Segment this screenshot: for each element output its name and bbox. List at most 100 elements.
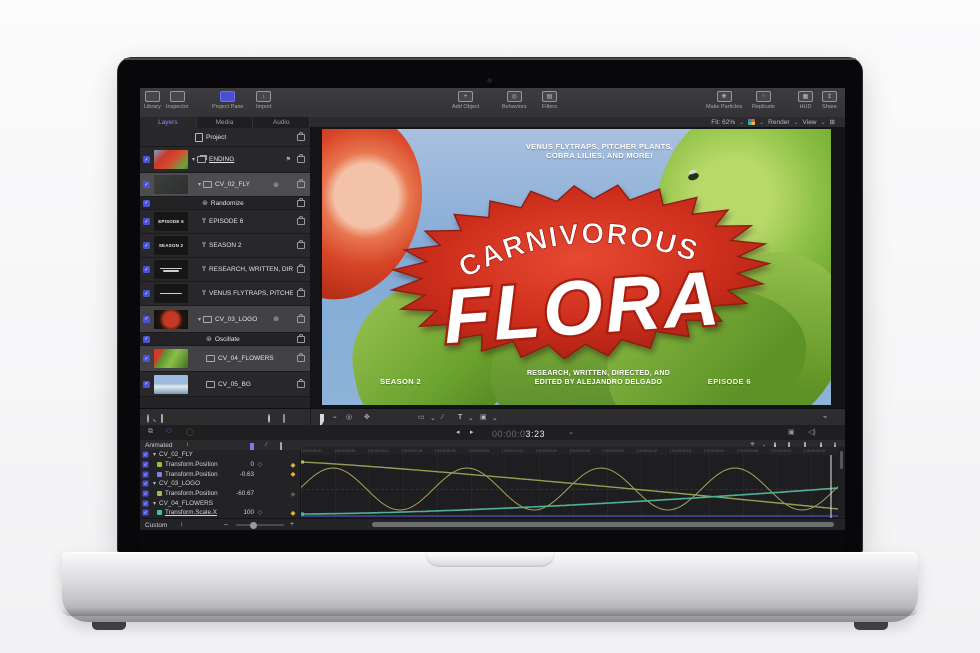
lock-icon[interactable] bbox=[297, 218, 305, 225]
activation-checkbox[interactable]: ✓ bbox=[143, 462, 149, 468]
timecode-display[interactable]: 00:00:03:23 bbox=[492, 429, 545, 439]
layer-name[interactable]: CV_03_LOGO bbox=[215, 316, 273, 323]
add-object-button[interactable]: +Add Object bbox=[452, 91, 479, 110]
activation-checkbox[interactable]: ✓ bbox=[143, 218, 150, 225]
activation-checkbox[interactable]: ✓ bbox=[143, 355, 150, 362]
activation-checkbox[interactable]: ✓ bbox=[143, 481, 149, 487]
lock-icon[interactable] bbox=[297, 290, 305, 297]
tab-audio[interactable]: Audio bbox=[253, 117, 310, 128]
behaviors-button[interactable]: ◎Behaviors bbox=[502, 91, 526, 110]
disclosure-icon[interactable]: ▾ bbox=[198, 181, 201, 188]
behavior-row-randomize[interactable]: ✓ ⊛ Randomize bbox=[140, 197, 310, 210]
library-button[interactable]: Library bbox=[144, 91, 161, 110]
kf-param-row[interactable]: ✓ Transform.Position.X -60.67 ◆ bbox=[140, 489, 300, 499]
activation-checkbox[interactable]: ✓ bbox=[143, 266, 150, 273]
layer-name[interactable]: CV_02_FLY bbox=[215, 181, 273, 188]
lock-icon[interactable] bbox=[297, 134, 305, 141]
layer-name[interactable]: EPISODE 6 bbox=[209, 218, 293, 225]
kf-group-name[interactable]: CV_02_FLY bbox=[159, 451, 300, 458]
layer-row-research[interactable]: ✓ T RESEARCH, WRITTEN, DIRECT… bbox=[140, 258, 310, 282]
activation-checkbox[interactable]: ✓ bbox=[143, 181, 150, 188]
record-icon[interactable]: ◯ bbox=[186, 428, 194, 436]
layer-name[interactable]: VENUS FLYTRAPS, PITCHER P… bbox=[209, 290, 293, 297]
zoom-in-icon[interactable]: + bbox=[290, 520, 294, 529]
behavior-badge-icon[interactable]: ⊛ bbox=[273, 181, 279, 189]
kf-param-name[interactable]: Transform.Position.Y bbox=[165, 471, 218, 478]
activation-checkbox[interactable]: ✓ bbox=[143, 510, 149, 516]
text-tool[interactable]: T bbox=[458, 413, 462, 422]
zoom-slider[interactable] bbox=[236, 524, 284, 526]
keyframe-icon[interactable]: ◆ bbox=[286, 470, 300, 478]
pan-tool[interactable]: ✥ bbox=[364, 413, 370, 422]
activation-checkbox[interactable]: ✓ bbox=[143, 290, 150, 297]
render-dropdown[interactable]: Render bbox=[768, 119, 789, 126]
lock-icon[interactable] bbox=[297, 266, 305, 273]
layer-name[interactable]: RESEARCH, WRITTEN, DIRECT… bbox=[209, 266, 293, 273]
kf-group-name[interactable]: CV_04_FLOWERS bbox=[159, 500, 300, 507]
keyframe-icon[interactable]: ◆ bbox=[286, 461, 300, 469]
activation-checkbox[interactable]: ✓ bbox=[143, 336, 150, 343]
lock-icon[interactable] bbox=[297, 355, 305, 362]
keyframe-icon[interactable]: ◆ bbox=[286, 509, 300, 517]
transform-tool[interactable]: ◎ bbox=[346, 413, 352, 422]
zoom-out-icon[interactable]: – bbox=[224, 520, 228, 529]
disclosure-icon[interactable]: ▾ bbox=[192, 156, 195, 163]
lock-icon[interactable] bbox=[297, 156, 305, 163]
behavior-row-oscillate[interactable]: ✓ ⊛ Oscillate bbox=[140, 333, 310, 346]
layer-row-cv04-flowers[interactable]: ✓ CV_04_FLOWERS bbox=[140, 346, 310, 372]
activation-checkbox[interactable]: ✓ bbox=[143, 200, 150, 207]
node-connect-icon[interactable]: ⌁ bbox=[823, 413, 827, 422]
behavior-name[interactable]: Oscillate bbox=[215, 336, 293, 343]
layer-row-cv05-bg[interactable]: ✓ CV_05_BG bbox=[140, 372, 310, 397]
flag-icon[interactable]: ⚑ bbox=[286, 156, 291, 163]
kf-param-name[interactable]: Transform.Position.X bbox=[165, 461, 218, 468]
keyframe-nav-icon[interactable]: ◇ bbox=[254, 461, 266, 468]
kf-param-value[interactable]: -0.63 bbox=[218, 471, 254, 478]
view-dropdown[interactable]: View bbox=[803, 119, 817, 126]
keyframe-nav-icon[interactable]: ◇ bbox=[254, 509, 266, 516]
behavior-badge-icon[interactable]: ⊛ bbox=[273, 315, 279, 323]
behavior-name[interactable]: Randomize bbox=[211, 200, 293, 207]
pen-tool[interactable]: ∕ bbox=[442, 413, 443, 422]
timeline-pane-icon[interactable]: ▣ bbox=[788, 428, 795, 436]
activation-checkbox[interactable]: ✓ bbox=[143, 381, 150, 388]
activation-checkbox[interactable]: ✓ bbox=[143, 452, 149, 458]
kf-group-row[interactable]: ✓ ▾ CV_04_FLOWERS bbox=[140, 498, 300, 508]
activation-checkbox[interactable]: ✓ bbox=[143, 471, 149, 477]
layer-name[interactable]: SEASON 2 bbox=[209, 242, 293, 249]
fit-zoom-dropdown[interactable]: Fit: 62% bbox=[711, 119, 735, 126]
activation-checkbox[interactable]: ✓ bbox=[143, 491, 149, 497]
hud-button[interactable]: ▦HUD bbox=[798, 91, 813, 110]
kf-pen-tool[interactable]: ∕ bbox=[266, 441, 267, 450]
disclosure-icon[interactable]: ▾ bbox=[153, 500, 156, 507]
kf-param-row[interactable]: ✓ Transform.Scale.X 100 ◇ ◆ bbox=[140, 508, 300, 518]
inspector-button[interactable]: Inspector bbox=[166, 91, 189, 110]
keyframe-graph[interactable] bbox=[301, 455, 838, 518]
make-particles-button[interactable]: ❋Make Particles bbox=[706, 91, 742, 110]
lock-icon[interactable] bbox=[297, 200, 305, 207]
lock-icon[interactable] bbox=[297, 181, 305, 188]
layer-row-ending[interactable]: ✓ ▾ ENDING ⚑ bbox=[140, 147, 310, 173]
layer-name[interactable]: Project bbox=[206, 134, 293, 141]
lock-icon[interactable] bbox=[297, 242, 305, 249]
activation-checkbox[interactable]: ✓ bbox=[143, 500, 149, 506]
filters-button[interactable]: ▤Filters bbox=[542, 91, 557, 110]
import-button[interactable]: ↓Import bbox=[256, 91, 272, 110]
layer-row-season2[interactable]: ✓ SEASON 2 T SEASON 2 bbox=[140, 234, 310, 258]
zoom-slider-knob[interactable] bbox=[250, 522, 257, 529]
layer-name[interactable]: CV_04_FLOWERS bbox=[218, 355, 293, 362]
disclosure-icon[interactable]: ▾ bbox=[198, 316, 201, 323]
kf-footer-mode-dropdown[interactable]: Custom bbox=[145, 521, 167, 530]
kf-horizontal-scrollbar[interactable] bbox=[372, 522, 834, 527]
activation-checkbox[interactable]: ✓ bbox=[143, 156, 150, 163]
project-row[interactable]: Project bbox=[140, 128, 310, 147]
tab-layers[interactable]: Layers bbox=[140, 117, 197, 128]
kf-param-row[interactable]: ✓ Transform.Position.Y -0.63 ◆ bbox=[140, 469, 300, 479]
layer-name[interactable]: CV_05_BG bbox=[218, 381, 293, 388]
tab-media[interactable]: Media bbox=[197, 117, 254, 128]
kf-group-row[interactable]: ✓ ▾ CV_03_LOGO bbox=[140, 479, 300, 489]
chevron-down-icon[interactable]: ⌄ bbox=[568, 428, 574, 436]
audio-icon[interactable]: ◁) bbox=[808, 428, 816, 436]
channels-icon[interactable]: ⊞ bbox=[830, 118, 835, 126]
kf-vertical-scrollbar[interactable] bbox=[838, 447, 845, 518]
